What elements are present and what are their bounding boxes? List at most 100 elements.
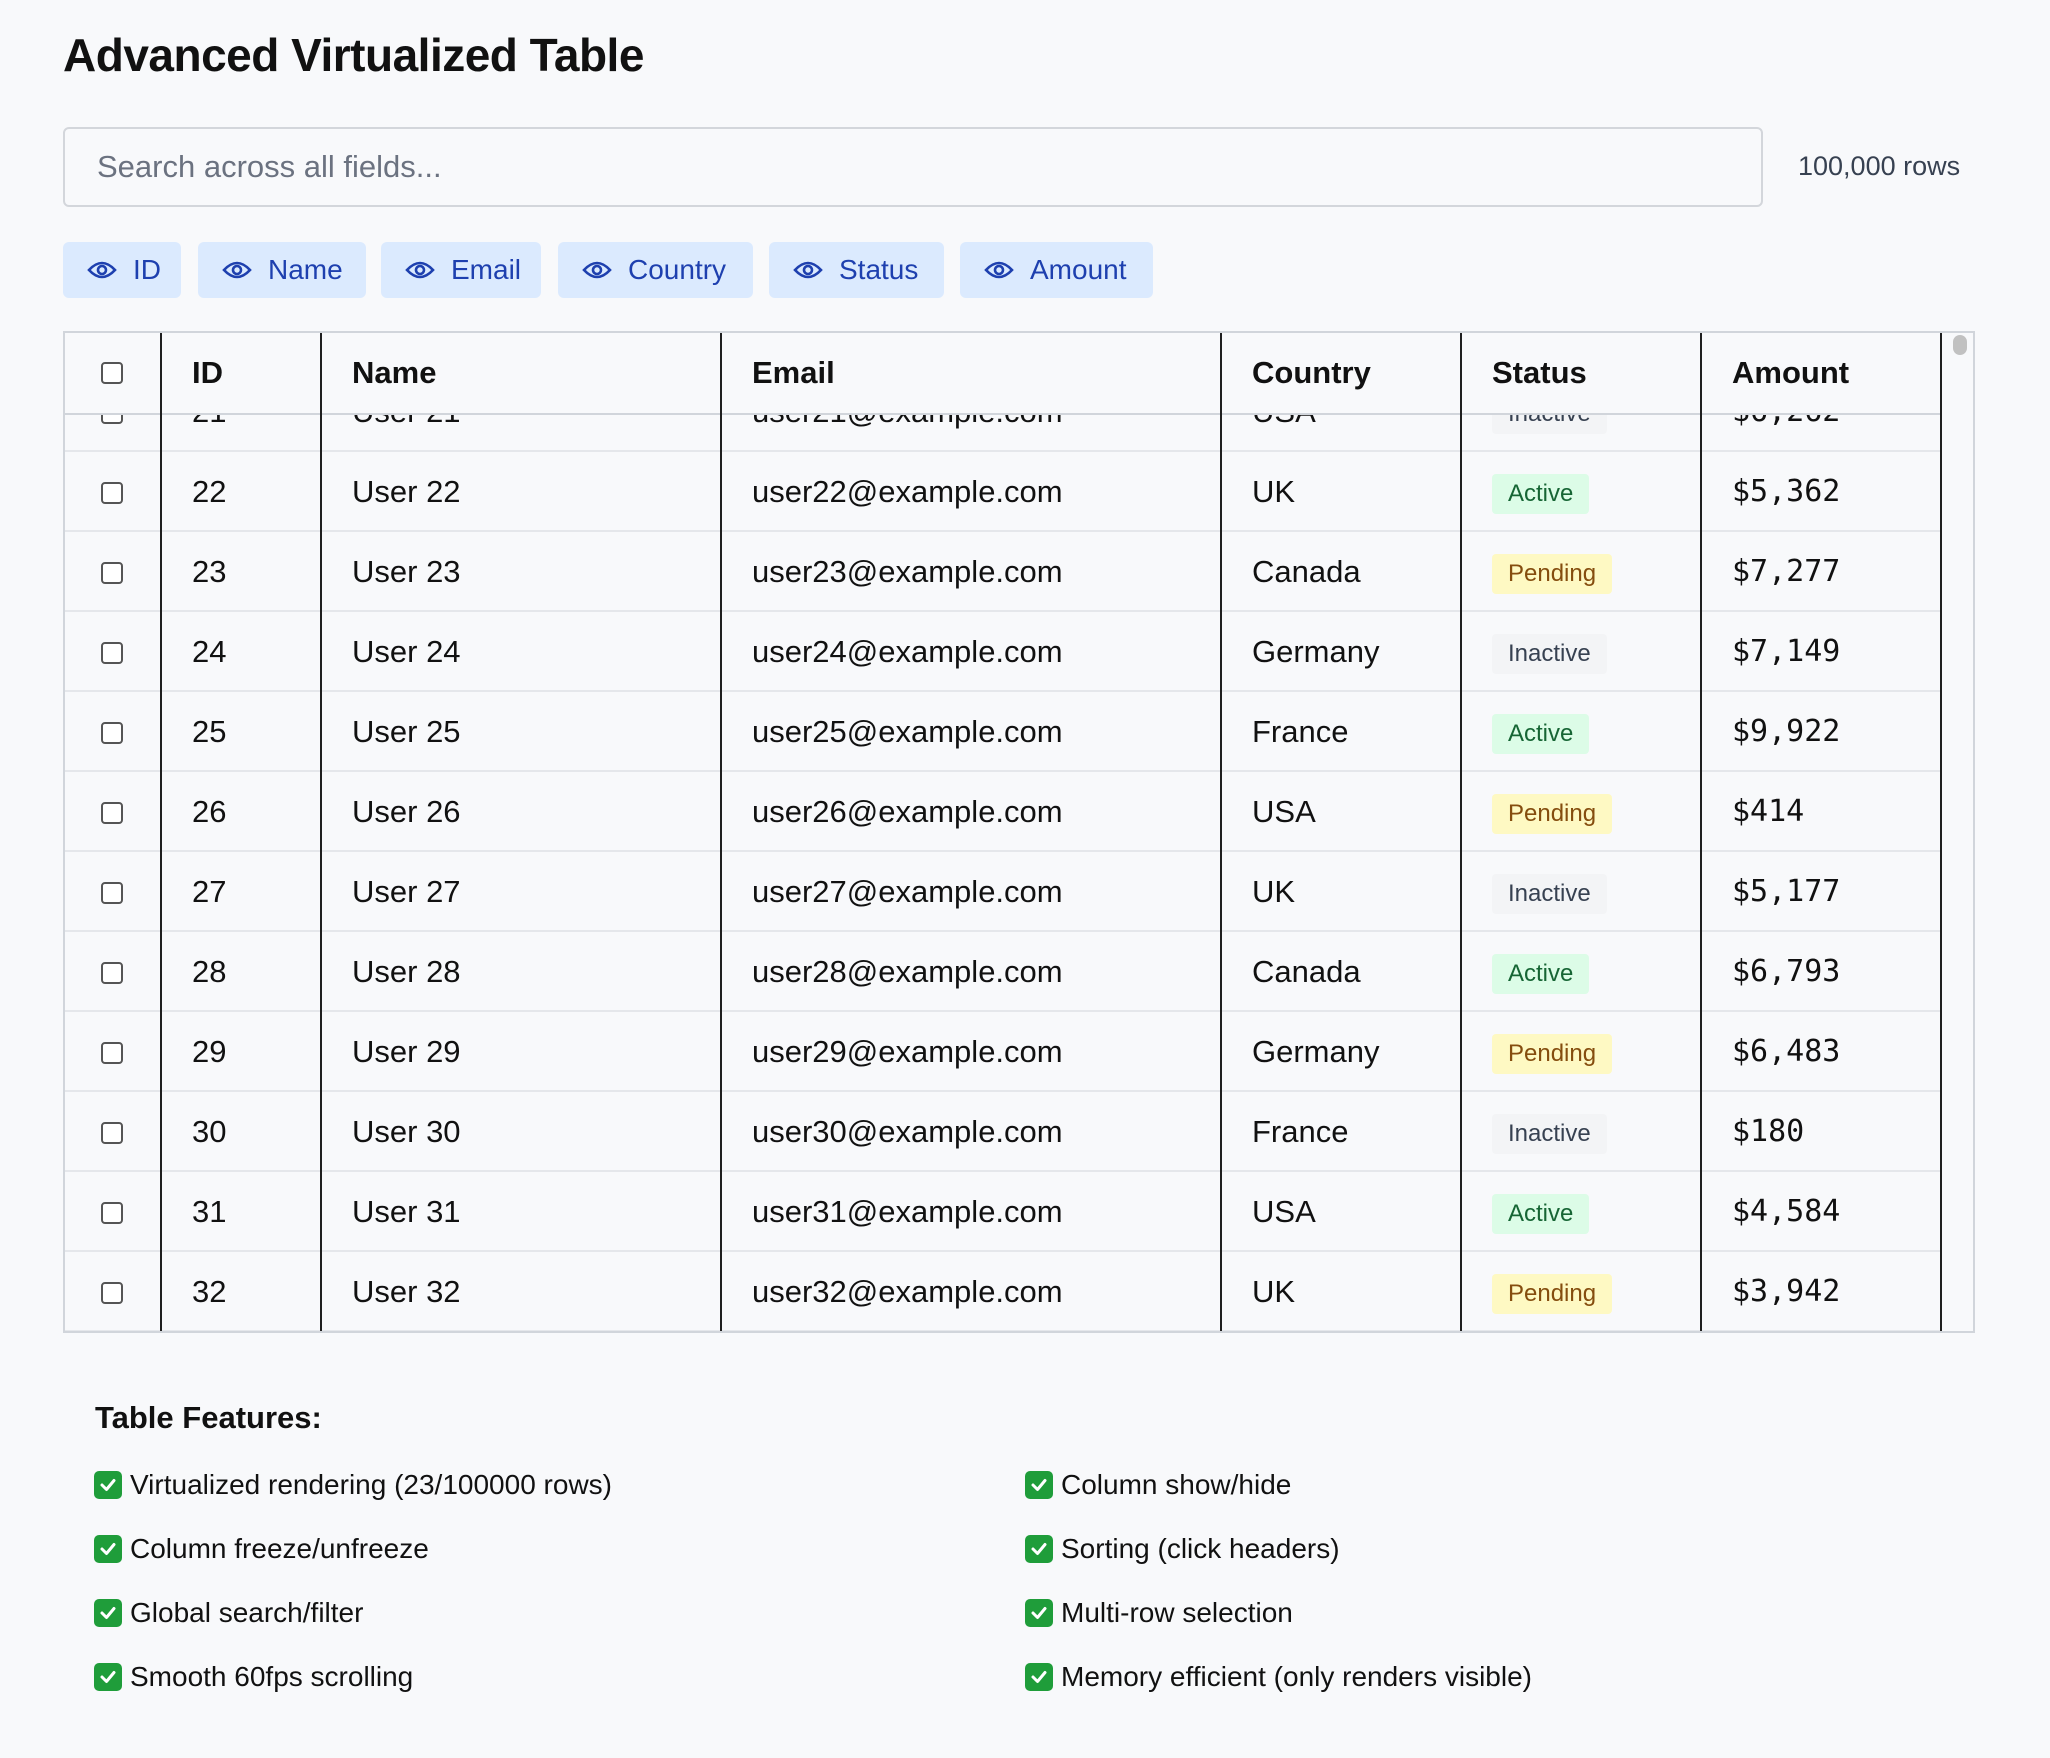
toggle-column-id[interactable]: ID — [63, 242, 181, 298]
row-checkbox[interactable] — [101, 882, 123, 904]
cell-id: 25 — [192, 714, 227, 749]
table-row[interactable]: 31 User 31 user31@example.com USA Active $4,5… — [65, 1172, 1942, 1252]
header-name[interactable]: Name — [320, 333, 720, 413]
toggle-label: Status — [839, 254, 919, 285]
cell-country: Germany — [1252, 1034, 1380, 1069]
table-header: ID Name Email Country Status Amount — [65, 333, 1942, 415]
table-row[interactable]: 24 User 24 user24@example.com Germany Inacti… — [65, 612, 1942, 692]
column-divider[interactable] — [1940, 333, 1942, 1331]
status-badge: Pending — [1492, 553, 1613, 594]
cell-amount: $6,483 — [1732, 1034, 1841, 1069]
header-email[interactable]: Email — [720, 333, 1220, 413]
check-icon — [94, 1663, 122, 1691]
cell-status: Inactive — [1460, 413, 1700, 452]
header-country[interactable]: Country — [1220, 333, 1460, 413]
cell-email: user29@example.com — [752, 1034, 1063, 1069]
status-badge: Inactive — [1492, 873, 1607, 914]
cell-name: User 21 — [320, 413, 720, 452]
cell-name: User 32 — [352, 1274, 461, 1309]
search-input[interactable] — [63, 127, 1763, 207]
cell-id: 26 — [192, 794, 227, 829]
header-amount[interactable]: Amount — [1700, 333, 1940, 413]
row-checkbox[interactable] — [101, 962, 123, 984]
cell-amount: $5,362 — [1732, 474, 1841, 509]
feature-label: Virtualized rendering (23/100000 rows) — [130, 1469, 612, 1500]
table-row[interactable]: 29 User 29 user29@example.com Germany Pendin… — [65, 1012, 1942, 1092]
row-checkbox[interactable] — [101, 1282, 123, 1304]
header-id[interactable]: ID — [160, 333, 320, 413]
data-table[interactable]: IDNameEmailCountryStatusAmount 21User 21… — [63, 331, 1975, 1333]
row-checkbox[interactable] — [101, 1122, 123, 1144]
cell-email: user21@example.com — [720, 413, 1220, 452]
toggle-column-amount[interactable]: Amount — [960, 242, 1153, 298]
check-icon — [1025, 1471, 1053, 1499]
cell-id: 22 — [192, 474, 227, 509]
table-row[interactable]: 32 User 32 user32@example.com UK Pending $3,9… — [65, 1252, 1942, 1331]
cell-status: Inactive — [1460, 852, 1700, 932]
check-icon — [94, 1599, 122, 1627]
table-scrollbar[interactable] — [1942, 333, 1973, 1331]
table-row[interactable]: 27 User 27 user27@example.com UK Inactive $5,… — [65, 852, 1942, 932]
cell-status: Pending — [1460, 1252, 1700, 1331]
row-checkbox[interactable] — [101, 562, 123, 584]
column-divider[interactable] — [720, 333, 722, 1331]
cell-amount: $180 — [1732, 1114, 1805, 1149]
table-row[interactable]: 25 User 25 user25@example.com France Active $… — [65, 692, 1942, 772]
cell-status: Pending — [1460, 1012, 1700, 1092]
cell-status: Inactive — [1460, 612, 1700, 692]
cell-amount: $414 — [1732, 794, 1805, 829]
column-divider[interactable] — [160, 333, 162, 1331]
table-row[interactable]: 30 User 30 user30@example.com France Inactiv… — [65, 1092, 1942, 1172]
cell-country: Germany — [1252, 634, 1380, 669]
column-divider[interactable] — [1700, 333, 1702, 1331]
toggle-column-status[interactable]: Status — [769, 242, 944, 298]
header-status[interactable]: Status — [1460, 333, 1700, 413]
row-checkbox[interactable] — [101, 722, 123, 744]
table-row[interactable]: 21User 21user21@example.comUSA Inactive $6… — [65, 413, 1942, 452]
cell-id: 31 — [192, 1194, 227, 1229]
cell-status: Active — [1460, 1172, 1700, 1252]
cell-country: USA — [1252, 1194, 1316, 1229]
row-checkbox[interactable] — [101, 1042, 123, 1064]
row-checkbox[interactable] — [101, 482, 123, 504]
cell-name: User 24 — [352, 634, 461, 669]
table-row[interactable]: 26 User 26 user26@example.com USA Pending $41… — [65, 772, 1942, 852]
cell-amount: $7,149 — [1732, 634, 1841, 669]
cell-country: USA — [1252, 794, 1316, 829]
feature-label: Memory efficient (only renders visible) — [1061, 1661, 1532, 1692]
feature-label: Column freeze/unfreeze — [130, 1533, 429, 1564]
row-checkbox[interactable] — [101, 642, 123, 664]
row-checkbox[interactable] — [101, 802, 123, 824]
check-icon — [94, 1471, 122, 1499]
check-icon — [1025, 1663, 1053, 1691]
toggle-label: Country — [628, 254, 727, 285]
cell-email: user28@example.com — [752, 954, 1063, 989]
column-divider[interactable] — [1220, 333, 1222, 1331]
table-row[interactable]: 23 User 23 user23@example.com Canada Pending… — [65, 532, 1942, 612]
toggle-column-name[interactable]: Name — [198, 242, 366, 298]
cell-id: 27 — [192, 874, 227, 909]
cell-country: USA — [1220, 413, 1460, 452]
toggle-column-email[interactable]: Email — [381, 242, 541, 298]
cell-country: France — [1252, 1114, 1349, 1149]
table-row[interactable]: 28 User 28 user28@example.com Canada Active $… — [65, 932, 1942, 1012]
scrollbar-thumb[interactable] — [1953, 335, 1967, 355]
select-all-checkbox[interactable] — [101, 362, 123, 384]
column-divider[interactable] — [1460, 333, 1462, 1331]
cell-email: user23@example.com — [752, 554, 1063, 589]
eye-icon — [582, 260, 612, 280]
cell-name: User 29 — [352, 1034, 461, 1069]
cell-email: user24@example.com — [752, 634, 1063, 669]
check-icon — [1025, 1599, 1053, 1627]
status-badge: Active — [1492, 1193, 1590, 1234]
toggle-column-country[interactable]: Country — [558, 242, 753, 298]
table-row[interactable]: 22 User 22 user22@example.com UK Active $5,36… — [65, 452, 1942, 532]
cell-email: user25@example.com — [752, 714, 1063, 749]
row-count: 100,000 rows — [1798, 151, 1961, 181]
cell-email: user32@example.com — [752, 1274, 1063, 1309]
feature-item: Virtualized rendering (23/100000 rows) — [94, 1469, 612, 1501]
toggle-label: Name — [268, 254, 343, 285]
row-checkbox[interactable] — [101, 1202, 123, 1224]
cell-name: User 25 — [352, 714, 461, 749]
column-divider[interactable] — [320, 333, 322, 1331]
